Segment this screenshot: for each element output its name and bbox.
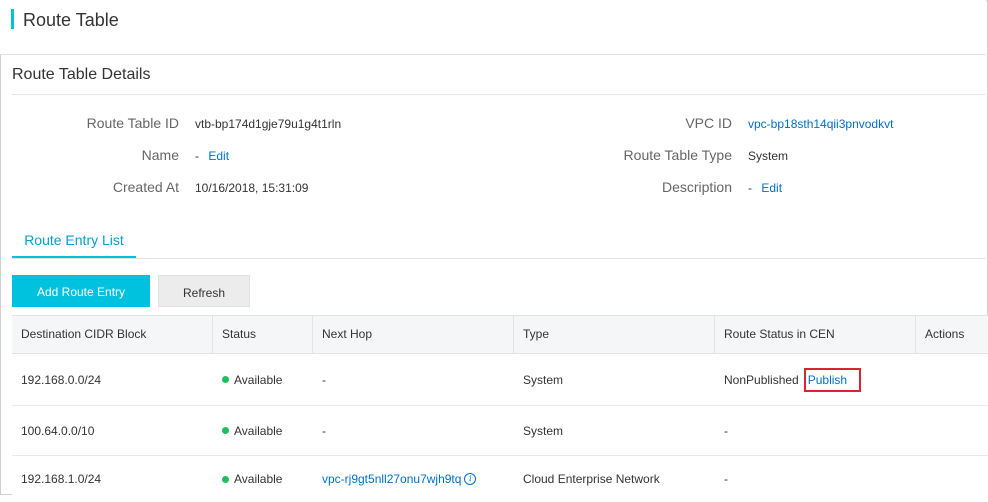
cell-cidr: 100.64.0.0/10 xyxy=(21,423,95,438)
cell-cen-status: - xyxy=(724,472,728,486)
cell-next-hop: vpc-rj9gt5nll27onu7wjh9tq i xyxy=(313,456,514,502)
route-table-type-label: Route Table Type xyxy=(623,147,732,163)
cell-actions xyxy=(916,456,988,502)
column-header-cidr: Destination CIDR Block xyxy=(12,316,213,353)
status-text: Available xyxy=(234,472,283,486)
cell-cidr: 192.168.0.0/24 xyxy=(21,372,102,387)
status-text: Available xyxy=(234,423,283,438)
column-header-status: Status xyxy=(213,316,313,353)
title-accent-bar xyxy=(11,9,14,29)
route-table-type-value: System xyxy=(748,149,789,163)
vpc-id-link[interactable]: vpc-bp18sth14qii3pnvodkvt xyxy=(748,115,893,133)
cell-cen-status: NonPublished Publish xyxy=(715,354,916,405)
tab-underline xyxy=(12,258,986,259)
next-hop-link[interactable]: vpc-rj9gt5nll27onu7wjh9tq xyxy=(322,472,461,486)
column-header-cen-status: Route Status in CEN xyxy=(715,316,916,353)
column-header-actions: Actions xyxy=(925,327,965,341)
description-label: Description xyxy=(661,179,732,195)
cell-status: Available xyxy=(213,406,313,455)
created-at-value: 10/16/2018, 15:31:09 xyxy=(195,181,309,195)
cell-status: Available xyxy=(213,354,313,405)
section-divider xyxy=(12,94,986,95)
description-edit-link[interactable]: Edit xyxy=(761,181,782,195)
cell-type: Cloud Enterprise Network xyxy=(523,472,660,486)
page-title: Route Table xyxy=(23,10,119,30)
page-header: Route Table xyxy=(0,0,986,55)
name-edit-link[interactable]: Edit xyxy=(208,149,229,163)
description-value-group: - Edit xyxy=(748,179,782,197)
vpc-id-label: VPC ID xyxy=(685,115,732,131)
status-text: Available xyxy=(234,372,283,387)
table-header: Destination CIDR Block Status Next Hop T… xyxy=(12,316,988,354)
status-dot-icon xyxy=(222,376,229,383)
cell-type: System xyxy=(523,372,564,387)
status-dot-icon xyxy=(222,427,229,434)
cell-next-hop: - xyxy=(322,372,326,387)
cell-cen-status: - xyxy=(724,423,728,438)
cell-cidr: 192.168.1.0/24 xyxy=(21,472,102,486)
details-section-title: Route Table Details xyxy=(12,66,151,83)
route-table-id-label: Route Table ID xyxy=(86,115,179,131)
cen-status-text: NonPublished xyxy=(724,372,799,387)
status-dot-icon xyxy=(222,475,229,483)
cell-next-hop: - xyxy=(322,423,326,438)
created-at-label: Created At xyxy=(112,179,179,195)
tab-route-entry-list[interactable]: Route Entry List xyxy=(12,226,136,258)
name-label: Name xyxy=(141,147,179,163)
cell-status: Available xyxy=(213,456,313,502)
cell-actions xyxy=(916,406,988,455)
info-circle-icon[interactable]: i xyxy=(464,473,477,485)
description-value: - xyxy=(748,181,752,195)
column-header-next-hop: Next Hop xyxy=(313,316,514,353)
publish-link[interactable]: Publish xyxy=(803,367,862,392)
table-row: 192.168.0.0/24 Available - System NonPub… xyxy=(12,354,988,406)
refresh-button[interactable]: Refresh xyxy=(158,275,250,307)
column-header-type: Type xyxy=(514,316,715,353)
table-row: 100.64.0.0/10 Available - System - xyxy=(12,406,988,456)
name-value: - xyxy=(195,149,199,163)
cell-actions xyxy=(916,354,988,405)
table-row: 192.168.1.0/24 Available vpc-rj9gt5nll27… xyxy=(12,456,988,502)
cell-type: System xyxy=(523,423,564,438)
add-route-entry-button[interactable]: Add Route Entry xyxy=(12,275,150,307)
route-entry-table: Destination CIDR Block Status Next Hop T… xyxy=(12,315,988,502)
name-value-group: - Edit xyxy=(195,147,229,165)
route-table-id-value: vtb-bp174d1gje79u1g4t1rln xyxy=(195,117,342,131)
